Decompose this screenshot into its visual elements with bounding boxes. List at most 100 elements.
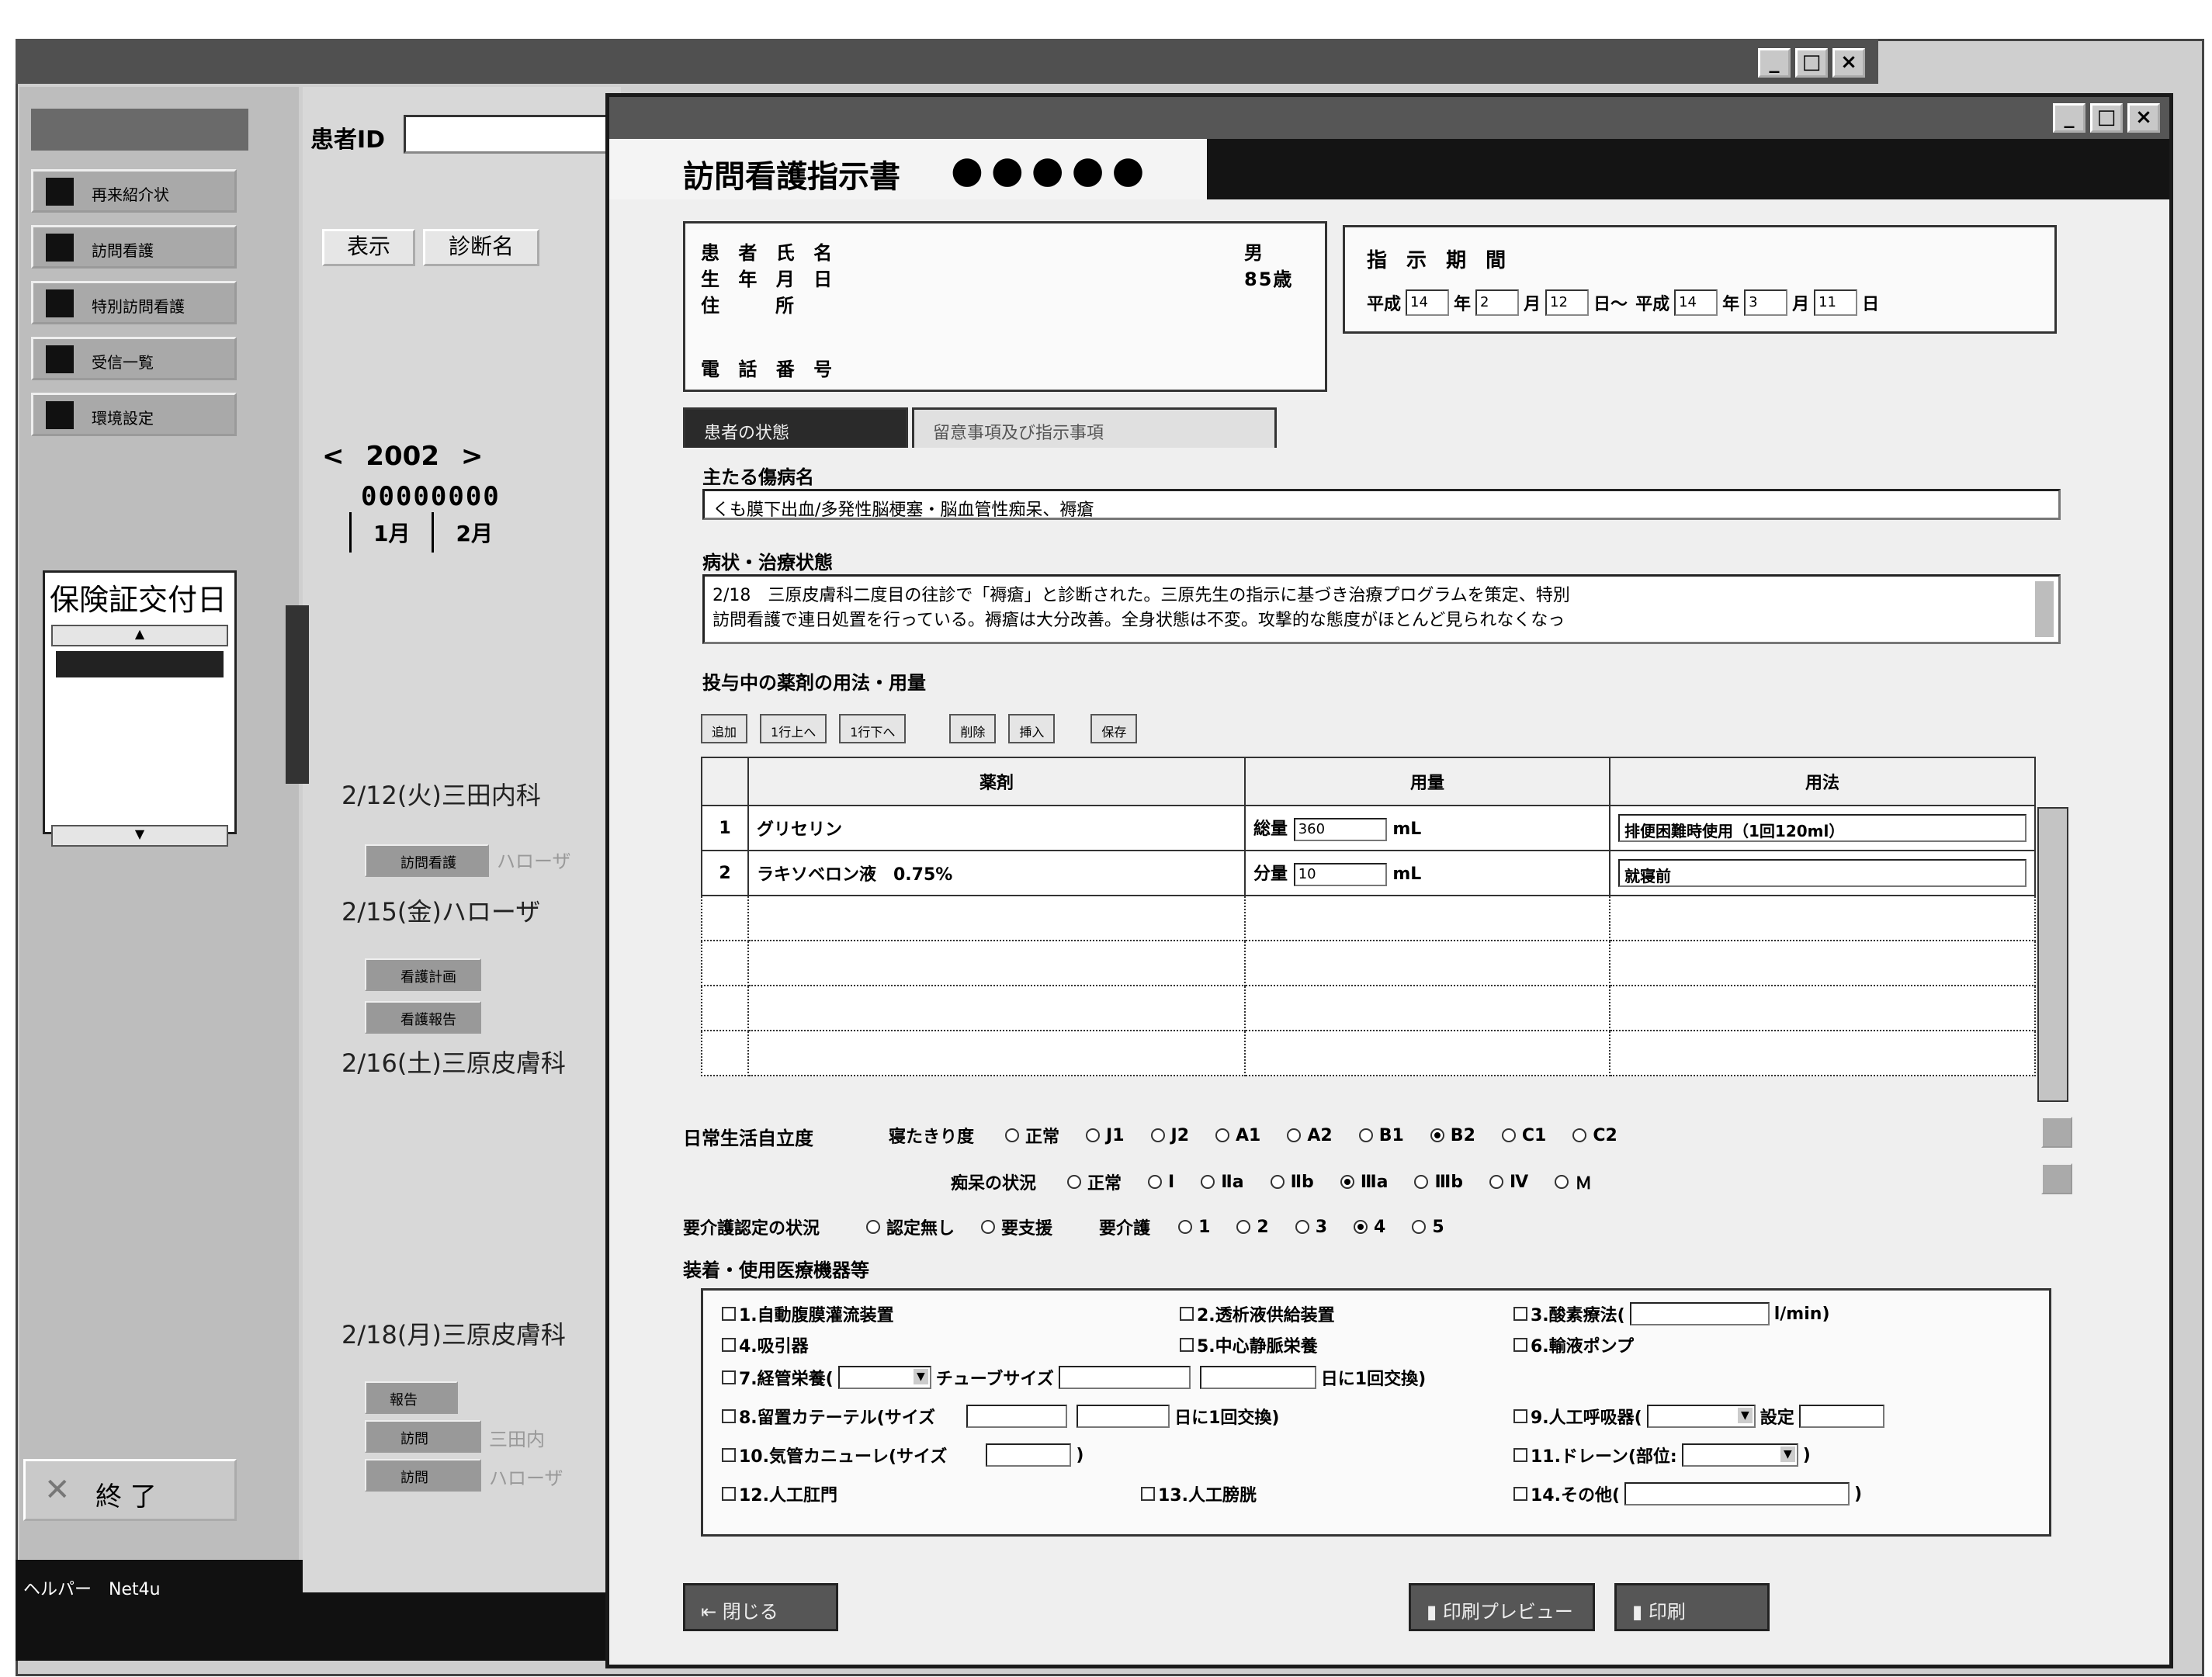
dementia-radio[interactable]: Ⅲa — [1340, 1173, 1388, 1192]
bedridden-radio[interactable]: B2 — [1430, 1126, 1475, 1145]
end-year-input[interactable]: 14 — [1674, 289, 1718, 316]
dose-cell[interactable] — [1244, 895, 1610, 941]
equipment-item[interactable]: 12.人工肛門 — [719, 1481, 837, 1506]
dose-cell[interactable] — [1244, 1030, 1610, 1076]
equipment-item[interactable]: 6.輸液ポンプ — [1510, 1332, 1634, 1357]
end-month-input[interactable]: 3 — [1744, 289, 1788, 316]
table-row[interactable] — [701, 1030, 2036, 1076]
dementia-radio[interactable]: Ⅲb — [1414, 1173, 1463, 1192]
cannula-size-input[interactable] — [986, 1443, 1072, 1467]
care-level-radio[interactable]: 4 — [1354, 1218, 1385, 1237]
month-tab[interactable]: 2月 — [432, 512, 514, 553]
exit-button[interactable]: ✕ 終 了 — [23, 1459, 237, 1521]
tube-interval-input[interactable] — [1199, 1366, 1316, 1389]
equipment-item[interactable]: 7.経管栄養(チューブサイズ 日に1回交換) — [719, 1365, 1426, 1390]
drug-name[interactable] — [747, 895, 1246, 941]
condition-field[interactable]: 2/18 三原皮膚科二度目の往診で「褥瘡」と診断された。三原先生の指示に基づき治… — [702, 574, 2061, 644]
checkbox[interactable] — [722, 1370, 736, 1384]
usage-cell[interactable] — [1609, 895, 2036, 941]
month-tab[interactable]: 1月 — [349, 512, 432, 553]
table-header-usage[interactable]: 用法 — [1609, 757, 2036, 806]
move-down-button[interactable]: 1行下へ — [839, 714, 907, 743]
care-report-button[interactable]: 看護報告 — [365, 1001, 481, 1034]
table-row[interactable] — [701, 985, 2036, 1031]
print-button[interactable]: ▮ 印刷 — [1614, 1583, 1770, 1631]
drug-name[interactable] — [747, 940, 1246, 986]
checkbox[interactable] — [722, 1307, 736, 1321]
year-next-button[interactable]: > — [461, 441, 484, 472]
start-day-input[interactable]: 12 — [1545, 289, 1590, 316]
table-row[interactable] — [701, 895, 2036, 941]
table-row[interactable]: 2 ラキソベロン液 0.75% 分量 10 mL 就寝前 — [701, 850, 2036, 896]
checkbox[interactable] — [1513, 1338, 1527, 1352]
checkbox[interactable] — [722, 1448, 736, 1462]
start-month-input[interactable]: 2 — [1475, 289, 1520, 316]
card-selected-row[interactable] — [56, 651, 224, 677]
dementia-radio[interactable]: Ⅱa — [1201, 1173, 1244, 1192]
equipment-item[interactable]: 5.中心静脈栄養 — [1177, 1332, 1318, 1357]
checkbox[interactable] — [722, 1409, 736, 1423]
catheter-interval-input[interactable] — [1077, 1405, 1170, 1428]
maximize-button[interactable]: □ — [1795, 48, 1828, 78]
usage-input[interactable]: 就寝前 — [1618, 859, 2027, 887]
print-preview-button[interactable]: ▮ 印刷プレビュー — [1409, 1583, 1595, 1631]
checkbox[interactable] — [1513, 1487, 1527, 1501]
usage-cell[interactable] — [1609, 1030, 2036, 1076]
table-header-drug[interactable]: 薬剤 — [747, 757, 1246, 806]
dementia-help-button[interactable] — [2041, 1163, 2072, 1194]
sidebar-item-settings[interactable]: 環境設定 — [31, 393, 237, 436]
dementia-radio[interactable]: Ⅰ — [1148, 1173, 1174, 1192]
home-nursing-button[interactable]: 訪問看護 — [365, 844, 489, 877]
drug-name[interactable]: ラキソベロン液 0.75% — [747, 850, 1246, 896]
checkbox[interactable] — [722, 1487, 736, 1501]
start-year-input[interactable]: 14 — [1406, 289, 1450, 316]
dialog-maximize-button[interactable]: □ — [2090, 103, 2123, 133]
usage-cell[interactable] — [1609, 940, 2036, 986]
table-header-dose[interactable]: 用量 — [1244, 757, 1610, 806]
sidebar-item-referral[interactable]: 再来紹介状 — [31, 169, 237, 213]
checkbox[interactable] — [1513, 1307, 1527, 1321]
dialog-close-button[interactable]: × — [2127, 103, 2160, 133]
checkbox[interactable] — [1180, 1338, 1194, 1352]
catheter-size-input[interactable] — [966, 1405, 1068, 1428]
dialog-minimize-button[interactable]: _ — [2053, 103, 2085, 133]
report-button[interactable]: 報告 — [365, 1381, 458, 1414]
dementia-radio[interactable]: Ｍ — [1555, 1169, 1592, 1194]
move-up-button[interactable]: 1行上へ — [760, 714, 827, 743]
checkbox[interactable] — [1513, 1448, 1527, 1462]
equipment-item[interactable]: 8.留置カテーテル(サイズ 日に1回交換) — [719, 1404, 1279, 1429]
visit-button[interactable]: 訪問 — [365, 1420, 481, 1453]
equipment-item[interactable]: 3.酸素療法(l/min) — [1510, 1301, 1830, 1326]
close-button[interactable]: × — [1832, 48, 1865, 78]
care-plan-button[interactable]: 看護計画 — [365, 958, 481, 991]
schedule-entry[interactable]: 2/15(金)ハローザ — [342, 892, 540, 928]
oxygen-input[interactable] — [1629, 1302, 1770, 1325]
equipment-item[interactable]: 2.透析液供給装置 — [1177, 1301, 1335, 1326]
card-scroll-down[interactable]: ▼ — [51, 825, 228, 847]
drug-name[interactable] — [747, 1030, 1246, 1076]
drug-name[interactable]: グリセリン — [747, 805, 1246, 851]
usage-cell[interactable] — [1609, 985, 2036, 1031]
visit-button[interactable]: 訪問 — [365, 1459, 481, 1492]
delete-row-button[interactable]: 削除 — [949, 714, 997, 743]
tab-instructions[interactable]: 留意事項及び指示事項 — [912, 407, 1277, 448]
care-level-radio[interactable]: 1 — [1178, 1218, 1210, 1237]
bedridden-radio[interactable]: 正常 — [1005, 1123, 1059, 1148]
bedridden-radio[interactable]: C2 — [1572, 1126, 1617, 1145]
dementia-radio[interactable]: Ⅱb — [1270, 1173, 1314, 1192]
checkbox[interactable] — [1141, 1487, 1155, 1501]
tab-patient-status[interactable]: 患者の状態 — [683, 407, 908, 448]
end-day-input[interactable]: 11 — [1814, 289, 1858, 316]
dementia-radio[interactable]: 正常 — [1067, 1169, 1122, 1194]
checkbox[interactable] — [722, 1338, 736, 1352]
care-level-radio[interactable]: 5 — [1412, 1218, 1444, 1237]
care-radio[interactable]: 認定無し — [866, 1214, 955, 1239]
vertical-tabs[interactable] — [286, 605, 309, 784]
diagnosis-button[interactable]: 診断名 — [423, 229, 539, 266]
schedule-entry[interactable]: 2/12(火)三田内科 — [342, 776, 541, 812]
equipment-item[interactable]: 11.ドレーン(部位:) — [1510, 1443, 1811, 1467]
bedridden-help-button[interactable] — [2041, 1117, 2072, 1148]
dose-cell[interactable] — [1244, 940, 1610, 986]
drug-name[interactable] — [747, 985, 1246, 1031]
drain-site-dropdown[interactable] — [1681, 1443, 1798, 1467]
